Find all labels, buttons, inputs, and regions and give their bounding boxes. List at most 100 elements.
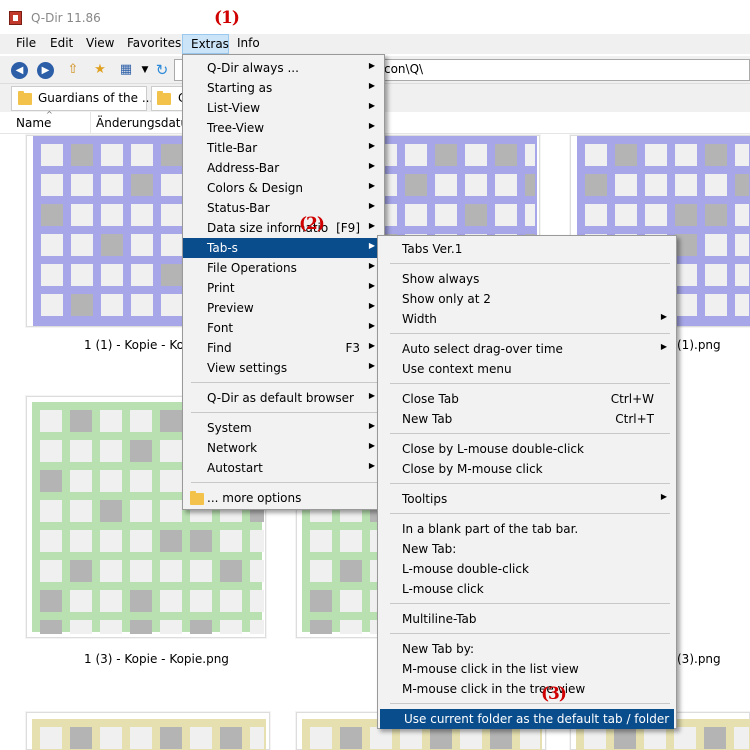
thumbnail[interactable] [26, 712, 270, 750]
grid-cell [40, 620, 62, 634]
submenu-arrow-icon: ▶ [368, 121, 375, 130]
grid-cell [220, 560, 242, 582]
tabs-submenu-item[interactable]: L-mouse click [378, 579, 676, 599]
grid-cell [704, 727, 726, 749]
extras-menu-item[interactable]: Tree-View ▶ [183, 118, 384, 138]
extras-menu-item[interactable]: Autostart ▶ [183, 458, 384, 478]
grid-cell [100, 530, 122, 552]
extras-menu-label: Starting as [207, 81, 273, 95]
extras-menu-item[interactable]: System ▶ [183, 418, 384, 438]
tab-guardians[interactable]: Guardians of the ... [11, 86, 153, 111]
grid-cell [340, 560, 362, 582]
tabs-submenu-item[interactable]: In a blank part of the tab bar. [378, 519, 676, 539]
extras-menu-item[interactable]: View settings ▶ [183, 358, 384, 378]
grid-cell [160, 410, 182, 432]
grid-cell [735, 144, 749, 166]
grid-cell [101, 264, 123, 286]
shortcut-label: Ctrl+W [610, 392, 654, 406]
extras-menu-item[interactable]: ... more options [183, 488, 384, 508]
extras-menu-label: Autostart [207, 461, 263, 475]
extras-menu-item[interactable]: Print ▶ [183, 278, 384, 298]
grid-cell [675, 174, 697, 196]
tabs-submenu-item[interactable]: Close by M-mouse click [378, 459, 676, 479]
tabs-submenu-item[interactable]: L-mouse double-click [378, 559, 676, 579]
menu-edit[interactable]: Edit [50, 36, 73, 50]
extras-menu-item[interactable]: Starting as ▶ [183, 78, 384, 98]
extras-menu-item[interactable]: Find F3 ▶ [183, 338, 384, 358]
shortcut-label: F3 [345, 341, 360, 355]
extras-menu-item[interactable]: Q-Dir always ... ▶ [183, 58, 384, 78]
new-folder-icon[interactable]: ★ [91, 62, 109, 78]
grid-cell [675, 204, 697, 226]
grid-cell [525, 204, 535, 226]
tabs-submenu-item[interactable]: Auto select drag-over time ▶ [378, 339, 676, 359]
chevron-down-icon[interactable]: ▼ [136, 62, 154, 78]
extras-menu-item[interactable]: Font ▶ [183, 318, 384, 338]
tabs-submenu-item[interactable]: Close by L-mouse double-click [378, 439, 676, 459]
extras-menu-label: System [207, 421, 252, 435]
tabs-submenu-item[interactable]: M-mouse click in the list view [378, 659, 676, 679]
tabs-submenu-item[interactable]: New Tab: [378, 539, 676, 559]
tabs-submenu-item[interactable]: Tabs Ver.1 [378, 239, 676, 259]
extras-menu-label: Find [207, 341, 232, 355]
grid-cell [645, 204, 667, 226]
grid-cell [40, 560, 62, 582]
grid-cell [644, 727, 666, 749]
grid-cell [340, 590, 362, 612]
tabs-submenu-item[interactable]: Tooltips ▶ [378, 489, 676, 509]
tabs-submenu-item[interactable]: Use context menu [378, 359, 676, 379]
back-icon[interactable]: ◀ [11, 62, 28, 79]
menu-separator [390, 483, 670, 484]
tabs-submenu-label: New Tab: [402, 542, 457, 556]
grid-cell [250, 590, 264, 612]
tabs-submenu-label: In a blank part of the tab bar. [402, 522, 579, 536]
menu-extras[interactable]: Extras [182, 34, 229, 54]
extras-menu-item[interactable]: Colors & Design ▶ [183, 178, 384, 198]
tabs-submenu-item[interactable]: Show always [378, 269, 676, 289]
extras-menu-item[interactable]: Status-Bar ▶ [183, 198, 384, 218]
grid-cell [41, 204, 63, 226]
extras-menu-label: Colors & Design [207, 181, 303, 195]
extras-menu-item[interactable]: Network ▶ [183, 438, 384, 458]
extras-menu-item[interactable]: Title-Bar ▶ [183, 138, 384, 158]
grid-cell [130, 590, 152, 612]
grid-cell [130, 440, 152, 462]
menu-favorites[interactable]: Favorites [127, 36, 181, 50]
tabs-submenu-item[interactable]: Multiline-Tab [378, 609, 676, 629]
extras-menu-item[interactable]: File Operations ▶ [183, 258, 384, 278]
view-grid-icon[interactable]: ▦ [117, 62, 135, 78]
grid-cell [71, 294, 93, 316]
grid-cell [460, 727, 482, 749]
tabs-submenu-item[interactable]: New Tab Ctrl+T [378, 409, 676, 429]
tabs-submenu-item[interactable]: New Tab by: [378, 639, 676, 659]
menu-info[interactable]: Info [237, 36, 260, 50]
extras-menu-item[interactable]: Preview ▶ [183, 298, 384, 318]
tabs-submenu-item[interactable]: Use current folder as the default tab / … [380, 709, 674, 729]
submenu-arrow-icon: ▶ [368, 321, 375, 330]
extras-menu-item[interactable]: Data size informatio [F9] ▶ [183, 218, 384, 238]
grid-cell [130, 620, 152, 634]
extras-menu-item[interactable]: Q-Dir as default browser ▶ [183, 388, 384, 408]
grid-cell [70, 560, 92, 582]
grid-cell [525, 144, 535, 166]
grid-cell [101, 174, 123, 196]
forward-icon[interactable]: ▶ [37, 62, 54, 79]
tabs-submenu-item[interactable]: Close Tab Ctrl+W [378, 389, 676, 409]
grid-cell [100, 620, 122, 634]
menu-view[interactable]: View [86, 36, 114, 50]
shortcut-label: [F9] [336, 221, 360, 235]
grid-cell [495, 174, 517, 196]
grid-cell [130, 530, 152, 552]
grid-cell [70, 470, 92, 492]
grid-cell [70, 500, 92, 522]
extras-menu-item[interactable]: List-View ▶ [183, 98, 384, 118]
tabs-submenu-item[interactable]: M-mouse click in the tree view [378, 679, 676, 699]
refresh-icon[interactable]: ↻ [153, 62, 171, 78]
tabs-submenu-item[interactable]: Show only at 2 [378, 289, 676, 309]
up-folder-icon[interactable]: ⇧ [64, 62, 82, 78]
grid-cell [435, 204, 457, 226]
extras-menu-item[interactable]: Address-Bar ▶ [183, 158, 384, 178]
menu-file[interactable]: File [16, 36, 36, 50]
tabs-submenu-item[interactable]: Width ▶ [378, 309, 676, 329]
extras-menu-item[interactable]: Tab-s ▶ [183, 238, 384, 258]
